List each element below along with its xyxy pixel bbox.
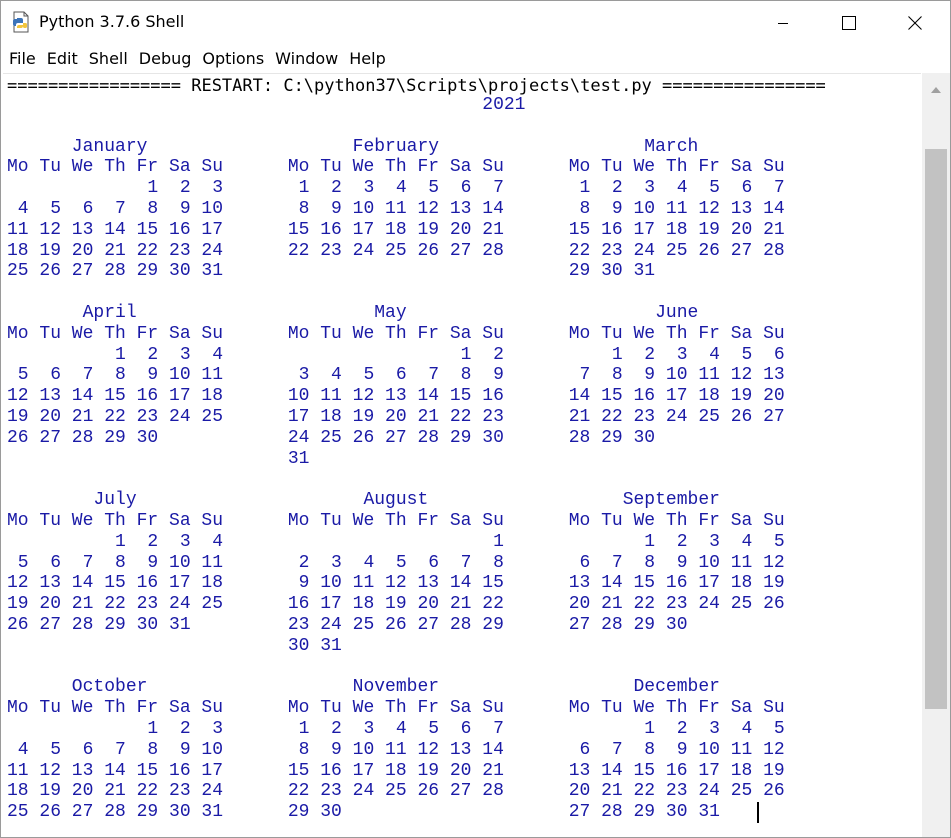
calendar-output: 2021 January February March Mo Tu We Th … [7, 95, 785, 823]
restart-banner: ================= RESTART: C:\python37\S… [7, 76, 826, 96]
menu-window[interactable]: Window [273, 45, 342, 69]
close-button[interactable] [882, 1, 948, 45]
menu-debug[interactable]: Debug [137, 45, 196, 69]
menu-shell[interactable]: Shell [87, 45, 132, 69]
minimize-icon [777, 17, 789, 29]
close-icon [908, 16, 922, 30]
scroll-up-button[interactable] [922, 73, 950, 101]
minimize-button[interactable] [750, 1, 816, 45]
vertical-scrollbar[interactable] [922, 73, 950, 837]
menu-bar: File Edit Shell Debug Options Window Hel… [1, 45, 950, 73]
idle-shell-window: Python 3.7.6 Shell File Edit Shell Debug… [0, 0, 951, 838]
menu-help[interactable]: Help [347, 45, 389, 69]
maximize-icon [842, 16, 856, 30]
title-bar[interactable]: Python 3.7.6 Shell [1, 1, 950, 45]
chevron-up-icon [931, 78, 941, 97]
window-title: Python 3.7.6 Shell [39, 12, 185, 31]
shell-text-area[interactable]: ================= RESTART: C:\python37\S… [3, 73, 921, 837]
scroll-thumb[interactable] [925, 149, 947, 709]
maximize-button[interactable] [816, 1, 882, 45]
text-cursor [757, 802, 759, 823]
python-idle-icon[interactable] [11, 11, 31, 33]
menu-edit[interactable]: Edit [45, 45, 82, 69]
menu-options[interactable]: Options [200, 45, 268, 69]
menu-file[interactable]: File [7, 45, 40, 69]
